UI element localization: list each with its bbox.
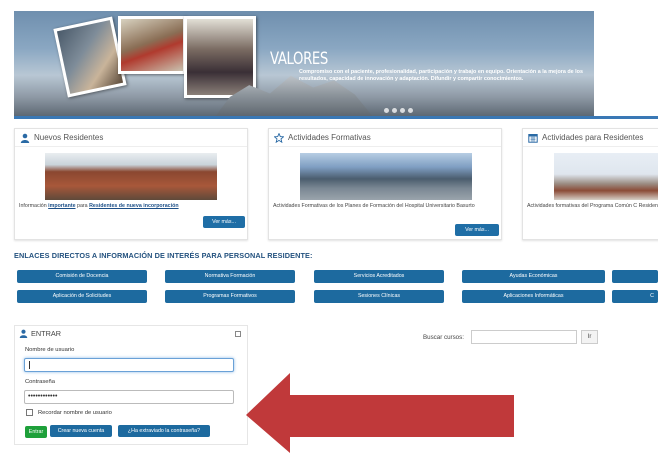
link-programas-formativos[interactable]: Programas Formativos [165,290,295,303]
login-title: ENTRAR [31,329,61,338]
box-header: Actividades Formativas [269,129,501,147]
collapse-icon[interactable] [235,331,241,337]
box-header: Nuevos Residentes [15,129,247,147]
box-description: Actividades formativas del Programa Comú… [527,203,658,209]
box-image [45,153,217,200]
collage-photo [184,16,256,98]
box-actividades-residentes: Actividades para Residentes Actividades … [522,128,658,240]
link-aplicaciones-informaticas[interactable]: Aplicaciones Informáticas [462,290,605,303]
collage-photo [118,16,186,74]
search-go-button[interactable]: Ir [581,330,598,344]
link-comision-docencia[interactable]: Comisión de Docencia [17,270,147,283]
links-heading: ENLACES DIRECTOS A INFORMACIÓN DE INTERÉ… [14,251,313,260]
photo-collage [53,14,256,100]
remember-label: Recordar nombre de usuario [38,410,112,416]
box-image [300,153,472,200]
link-aplicacion-solicitudes[interactable]: Aplicación de Solicitudes [17,290,147,303]
user-icon [20,133,30,143]
arrow-annotation [246,373,514,453]
banner-text: Compromiso con el paciente, profesionali… [299,69,583,82]
carousel-dot[interactable] [384,108,389,113]
ver-mas-button[interactable]: Ver más... [203,216,245,228]
link-nueva-incorporacion[interactable]: Residentes de nueva incorporación [89,203,178,209]
hero-banner: VALORES Compromiso con el paciente, prof… [14,11,594,118]
carousel-dot[interactable] [408,108,413,113]
create-account-button[interactable]: Crear nueva cuenta [50,425,112,437]
box-title: Actividades Formativas [288,133,371,142]
box-nuevos-residentes: Nuevos Residentes Información importante… [14,128,248,240]
password-input[interactable]: •••••••••••• [24,390,234,404]
link-servicios-acreditados[interactable]: Servicios Acreditados [314,270,444,283]
banner-title: VALORES [270,49,328,69]
search-label: Buscar cursos: [423,334,464,341]
desc-text: para [75,203,90,209]
username-input[interactable] [24,358,234,372]
password-label: Contraseña [25,379,55,385]
box-description: Actividades Formativas de los Planes de … [273,203,475,209]
box-actividades-formativas: Actividades Formativas Actividades Forma… [268,128,502,240]
link-importante[interactable]: importante [48,203,75,209]
box-description: Información importante para Residentes d… [19,202,247,210]
calendar-icon [528,133,538,143]
link-sesiones-clinicas[interactable]: Sesiones Clínicas [314,290,444,303]
box-title: Actividades para Residentes [542,133,644,142]
banner-divider [14,116,658,119]
collage-photo [53,16,127,98]
user-icon [19,329,28,338]
link-row2-cut[interactable]: C [612,290,658,303]
banner-side [594,11,658,118]
box-header: Actividades para Residentes [523,129,658,147]
carousel-dot[interactable] [400,108,405,113]
carousel-dot[interactable] [392,108,397,113]
box-title: Nuevos Residentes [34,133,104,142]
star-icon [274,132,284,143]
link-ayudas-economicas[interactable]: Ayudas Económicas [462,270,605,283]
remember-checkbox[interactable] [26,409,33,416]
login-header: ENTRAR [19,329,61,338]
box-image [554,153,658,200]
carousel-dots[interactable] [384,108,413,113]
username-label: Nombre de usuario [25,347,75,353]
link-row1-cut[interactable] [612,270,658,283]
desc-text: Información [19,203,49,209]
search-courses-input[interactable] [471,330,577,344]
enter-button[interactable]: Entrar [25,426,47,438]
link-normativa-formacion[interactable]: Normativa Formación [165,270,295,283]
ver-mas-button[interactable]: Ver más... [455,224,499,236]
forgot-password-button[interactable]: ¿Ha extraviado la contraseña? [118,425,210,437]
